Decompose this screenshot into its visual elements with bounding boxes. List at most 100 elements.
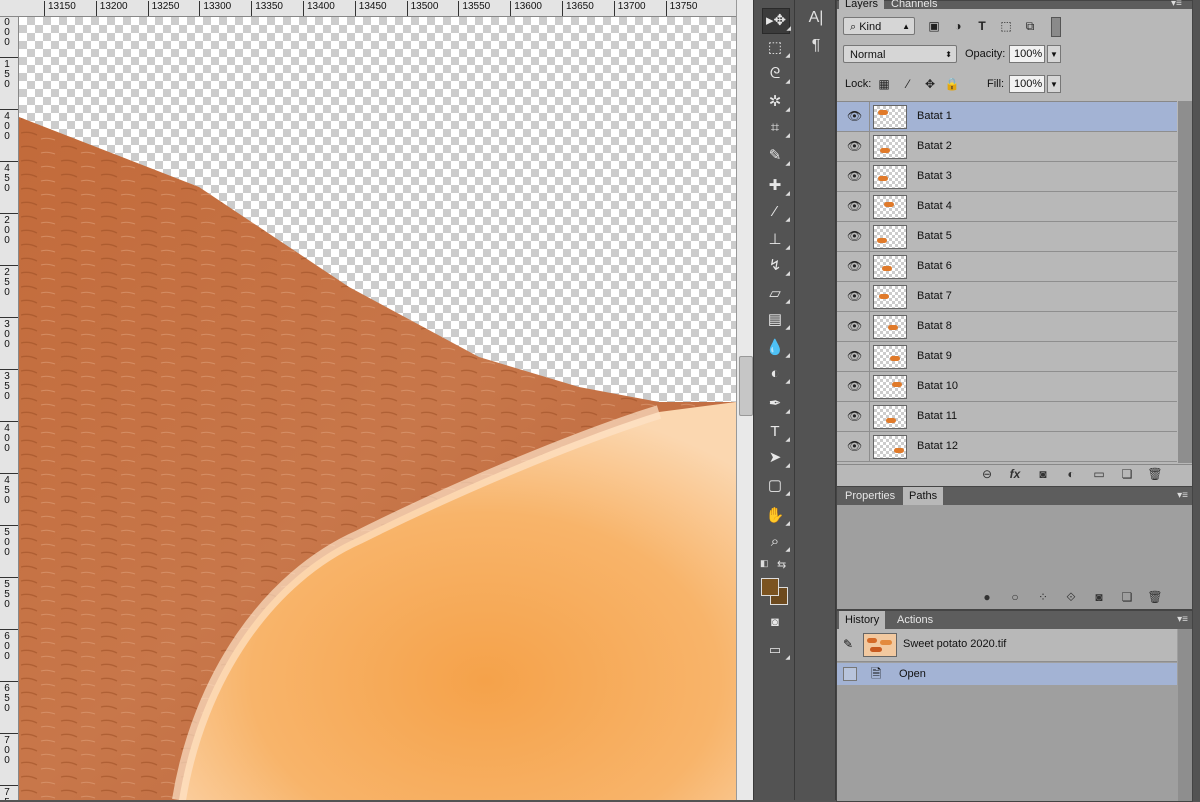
- tab-history[interactable]: History: [839, 611, 886, 629]
- layer-row[interactable]: 👁 Batat 11: [837, 402, 1177, 432]
- layer-row[interactable]: 👁 Batat 12: [837, 432, 1177, 462]
- opacity-dropdown[interactable]: ▼: [1047, 45, 1061, 63]
- visibility-toggle[interactable]: 👁: [837, 342, 870, 371]
- layers-panel-menu-icon[interactable]: ▾≡: [1171, 0, 1196, 9]
- visibility-toggle[interactable]: 👁: [837, 192, 870, 221]
- zoom-icon[interactable]: ⌕ ◢: [762, 530, 790, 554]
- history-state[interactable]: 🗎 Open: [837, 663, 1177, 685]
- tab-paths[interactable]: Paths: [903, 487, 944, 505]
- eye-icon[interactable]: 👁: [847, 168, 862, 184]
- type-filter-icon[interactable]: T: [973, 17, 991, 35]
- visibility-toggle[interactable]: 👁: [837, 432, 870, 461]
- brush-icon[interactable]: ⁄ ◢: [762, 200, 790, 224]
- smart-object-filter-icon[interactable]: ⧉: [1021, 17, 1039, 35]
- shape-icon[interactable]: ▢ ◢: [762, 474, 790, 498]
- visibility-toggle[interactable]: 👁: [837, 282, 870, 311]
- eraser-icon[interactable]: ▱ ◢: [762, 282, 790, 306]
- history-brush-icon[interactable]: ↯ ◢: [762, 254, 790, 278]
- layer-row[interactable]: 👁 Batat 7: [837, 282, 1177, 312]
- visibility-toggle[interactable]: 👁: [837, 102, 870, 131]
- pixel-filter-icon[interactable]: ▣: [925, 17, 943, 35]
- layer-row[interactable]: 👁 Batat 10: [837, 372, 1177, 402]
- adjustment-layer-icon[interactable]: ◐: [1061, 464, 1081, 484]
- default-colors-icon[interactable]: ◧: [760, 558, 769, 569]
- history-brush-source-icon[interactable]: ✎: [843, 637, 853, 651]
- lock-pixels-icon[interactable]: ⁄: [899, 75, 917, 93]
- lock-transparency-icon[interactable]: ▦: [875, 75, 893, 93]
- layer-row[interactable]: 👁 Batat 8: [837, 312, 1177, 342]
- delete-layer-icon[interactable]: 🗑: [1145, 464, 1165, 484]
- move-icon[interactable]: ▸✥ ◢: [762, 8, 791, 34]
- quick-mask-icon[interactable]: ◙: [762, 610, 788, 634]
- layer-row[interactable]: 👁 Batat 6: [837, 252, 1177, 282]
- history-snapshot[interactable]: ✎ Sweet potato 2020.tif: [837, 629, 1177, 662]
- eye-icon[interactable]: 👁: [847, 288, 862, 304]
- fill-path-icon[interactable]: ●: [977, 587, 997, 607]
- visibility-toggle[interactable]: 👁: [837, 312, 870, 341]
- dodge-icon[interactable]: ◐ ◢: [762, 362, 790, 386]
- visibility-toggle[interactable]: 👁: [837, 252, 870, 281]
- adjustment-filter-icon[interactable]: ◑: [949, 17, 967, 35]
- layer-row[interactable]: 👁 Batat 1: [837, 102, 1177, 132]
- document-canvas[interactable]: [19, 17, 736, 800]
- panel-menu-icon[interactable]: ▾≡: [1177, 490, 1188, 501]
- gradient-icon[interactable]: ▤ ◢: [762, 308, 790, 332]
- eye-icon[interactable]: 👁: [847, 138, 862, 154]
- add-vector-mask-icon[interactable]: ◙: [1089, 587, 1109, 607]
- filter-kind-select[interactable]: ⌕ Kind ▲: [843, 17, 915, 35]
- eyedropper-icon[interactable]: ✎ ◢: [762, 144, 790, 168]
- filter-toggle[interactable]: [1051, 17, 1061, 37]
- make-work-path-icon[interactable]: ⟐: [1061, 587, 1081, 607]
- foreground-color-swatch[interactable]: [761, 578, 779, 596]
- marquee-icon[interactable]: ⬚ ◢: [762, 36, 790, 60]
- layer-row[interactable]: 👁 Batat 2: [837, 132, 1177, 162]
- load-selection-icon[interactable]: ⁘: [1033, 587, 1053, 607]
- layer-row[interactable]: 👁 Batat 3: [837, 162, 1177, 192]
- stroke-path-icon[interactable]: ○: [1005, 587, 1025, 607]
- screen-mode-icon[interactable]: ▭ ◢: [762, 638, 790, 662]
- layer-row[interactable]: 👁 Batat 4: [837, 192, 1177, 222]
- tab-actions[interactable]: Actions: [891, 611, 939, 629]
- visibility-toggle[interactable]: 👁: [837, 402, 870, 431]
- fill-input[interactable]: 100%: [1009, 75, 1045, 93]
- magic-wand-icon[interactable]: ✲ ◢: [762, 90, 790, 114]
- layer-row[interactable]: 👁 Batat 5: [837, 222, 1177, 252]
- link-layers-icon[interactable]: ⊖: [977, 464, 997, 484]
- opacity-input[interactable]: 100%: [1009, 45, 1045, 63]
- delete-path-icon[interactable]: 🗑: [1145, 587, 1165, 607]
- layers-scrollbar[interactable]: [1178, 101, 1192, 463]
- new-group-icon[interactable]: ▭: [1089, 464, 1109, 484]
- pen-icon[interactable]: ✒ ◢: [762, 392, 790, 416]
- lasso-icon[interactable]: ᘓ ◢: [762, 62, 790, 86]
- blur-icon[interactable]: 💧 ◢: [762, 336, 790, 360]
- visibility-toggle[interactable]: 👁: [837, 372, 870, 401]
- lock-position-icon[interactable]: ✥: [921, 75, 939, 93]
- eye-icon[interactable]: 👁: [847, 408, 862, 424]
- eye-icon[interactable]: 👁: [847, 378, 862, 394]
- visibility-toggle[interactable]: 👁: [837, 162, 870, 191]
- tab-properties[interactable]: Properties: [839, 487, 901, 505]
- fx-icon[interactable]: fx: [1005, 464, 1025, 484]
- paragraph-panel-icon[interactable]: ¶: [803, 34, 829, 58]
- panel-menu-icon[interactable]: ▾≡: [1177, 614, 1188, 625]
- vertical-ruler[interactable]: 1000150400450200250300350400450500550600…: [0, 17, 19, 800]
- lock-all-icon[interactable]: 🔒: [943, 75, 961, 93]
- crop-icon[interactable]: ⌗ ◢: [762, 116, 790, 140]
- type-icon[interactable]: T ◢: [762, 420, 790, 444]
- eye-icon[interactable]: 👁: [847, 198, 862, 214]
- eye-icon[interactable]: 👁: [847, 108, 862, 124]
- new-layer-icon[interactable]: ❏: [1117, 464, 1137, 484]
- hand-icon[interactable]: ✋ ◢: [762, 504, 790, 528]
- eye-icon[interactable]: 👁: [847, 318, 862, 334]
- history-state-checkbox[interactable]: [843, 667, 857, 681]
- eye-icon[interactable]: 👁: [847, 348, 862, 364]
- vertical-scrollbar[interactable]: [736, 0, 753, 800]
- new-path-icon[interactable]: ❏: [1117, 587, 1137, 607]
- scrollbar-thumb[interactable]: [739, 356, 753, 416]
- eye-icon[interactable]: 👁: [847, 438, 862, 454]
- swap-colors-icon[interactable]: ⇆: [777, 558, 786, 571]
- eye-icon[interactable]: 👁: [847, 228, 862, 244]
- visibility-toggle[interactable]: 👁: [837, 132, 870, 161]
- blend-mode-select[interactable]: Normal ⬍: [843, 45, 957, 63]
- fill-dropdown[interactable]: ▼: [1047, 75, 1061, 93]
